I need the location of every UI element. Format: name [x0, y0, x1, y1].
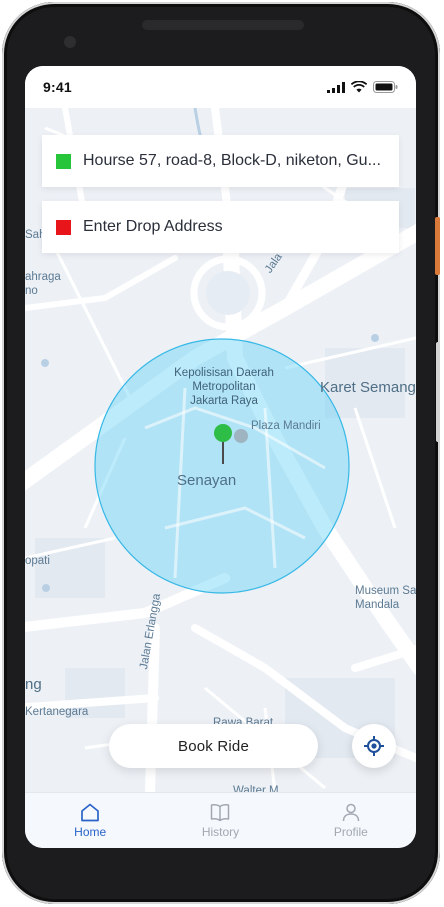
- wifi-icon: [351, 81, 367, 93]
- map-label-plaza: Plaza Mandiri: [251, 420, 321, 432]
- pickup-marker-icon: [56, 153, 71, 169]
- dropoff-address-field[interactable]: Enter Drop Address: [42, 201, 399, 253]
- map-label-police: Kepolisisan Daerah Metropolitan Jakarta …: [174, 367, 274, 407]
- status-icons: [327, 81, 398, 93]
- map-label-kertanegara: Kertanegara: [25, 706, 89, 718]
- map-label-senayan: Senayan: [177, 472, 237, 489]
- map-view[interactable]: Karet Semang Kepolisisan Daerah Metropol…: [25, 108, 416, 797]
- volume-button: [436, 342, 440, 442]
- pickup-address-text: Hourse 57, road-8, Block-D, niketon, Gu.…: [83, 152, 381, 169]
- map-label-museum: Museum Sa Mandala: [355, 585, 416, 611]
- front-camera: [64, 36, 76, 48]
- bottom-nav: Home History Profile: [25, 792, 416, 848]
- status-bar: 9:41: [25, 66, 416, 108]
- dropoff-address-placeholder: Enter Drop Address: [83, 218, 223, 235]
- map-label-ahraga: ahraga no: [25, 271, 61, 297]
- crosshair-icon: [364, 736, 384, 756]
- battery-icon: [373, 81, 398, 93]
- app-screen: 9:41 Karet Semang Kepolisisan Daerah Met…: [25, 66, 416, 848]
- map-label-ng: ng: [25, 676, 42, 693]
- nav-history[interactable]: History: [155, 793, 285, 848]
- power-button: [435, 217, 440, 275]
- status-time: 9:41: [43, 79, 72, 95]
- home-icon: [81, 803, 100, 821]
- earpiece-speaker: [142, 20, 304, 30]
- nav-profile[interactable]: Profile: [286, 793, 416, 848]
- nav-history-label: History: [201, 824, 240, 839]
- book-ride-button[interactable]: Book Ride: [109, 724, 318, 768]
- nav-home-label: Home: [74, 824, 107, 839]
- nav-profile-label: Profile: [333, 824, 368, 839]
- pickup-address-field[interactable]: Hourse 57, road-8, Block-D, niketon, Gu.…: [42, 135, 399, 187]
- nav-home[interactable]: Home: [25, 793, 155, 848]
- signal-icon: [327, 81, 345, 93]
- map-label-opati: opati: [25, 555, 50, 567]
- dropoff-marker-icon: [56, 219, 71, 235]
- book-icon: [211, 803, 230, 821]
- current-location-button[interactable]: [352, 724, 396, 768]
- map-label-karet: Karet Semang: [320, 379, 416, 396]
- user-icon: [342, 803, 360, 821]
